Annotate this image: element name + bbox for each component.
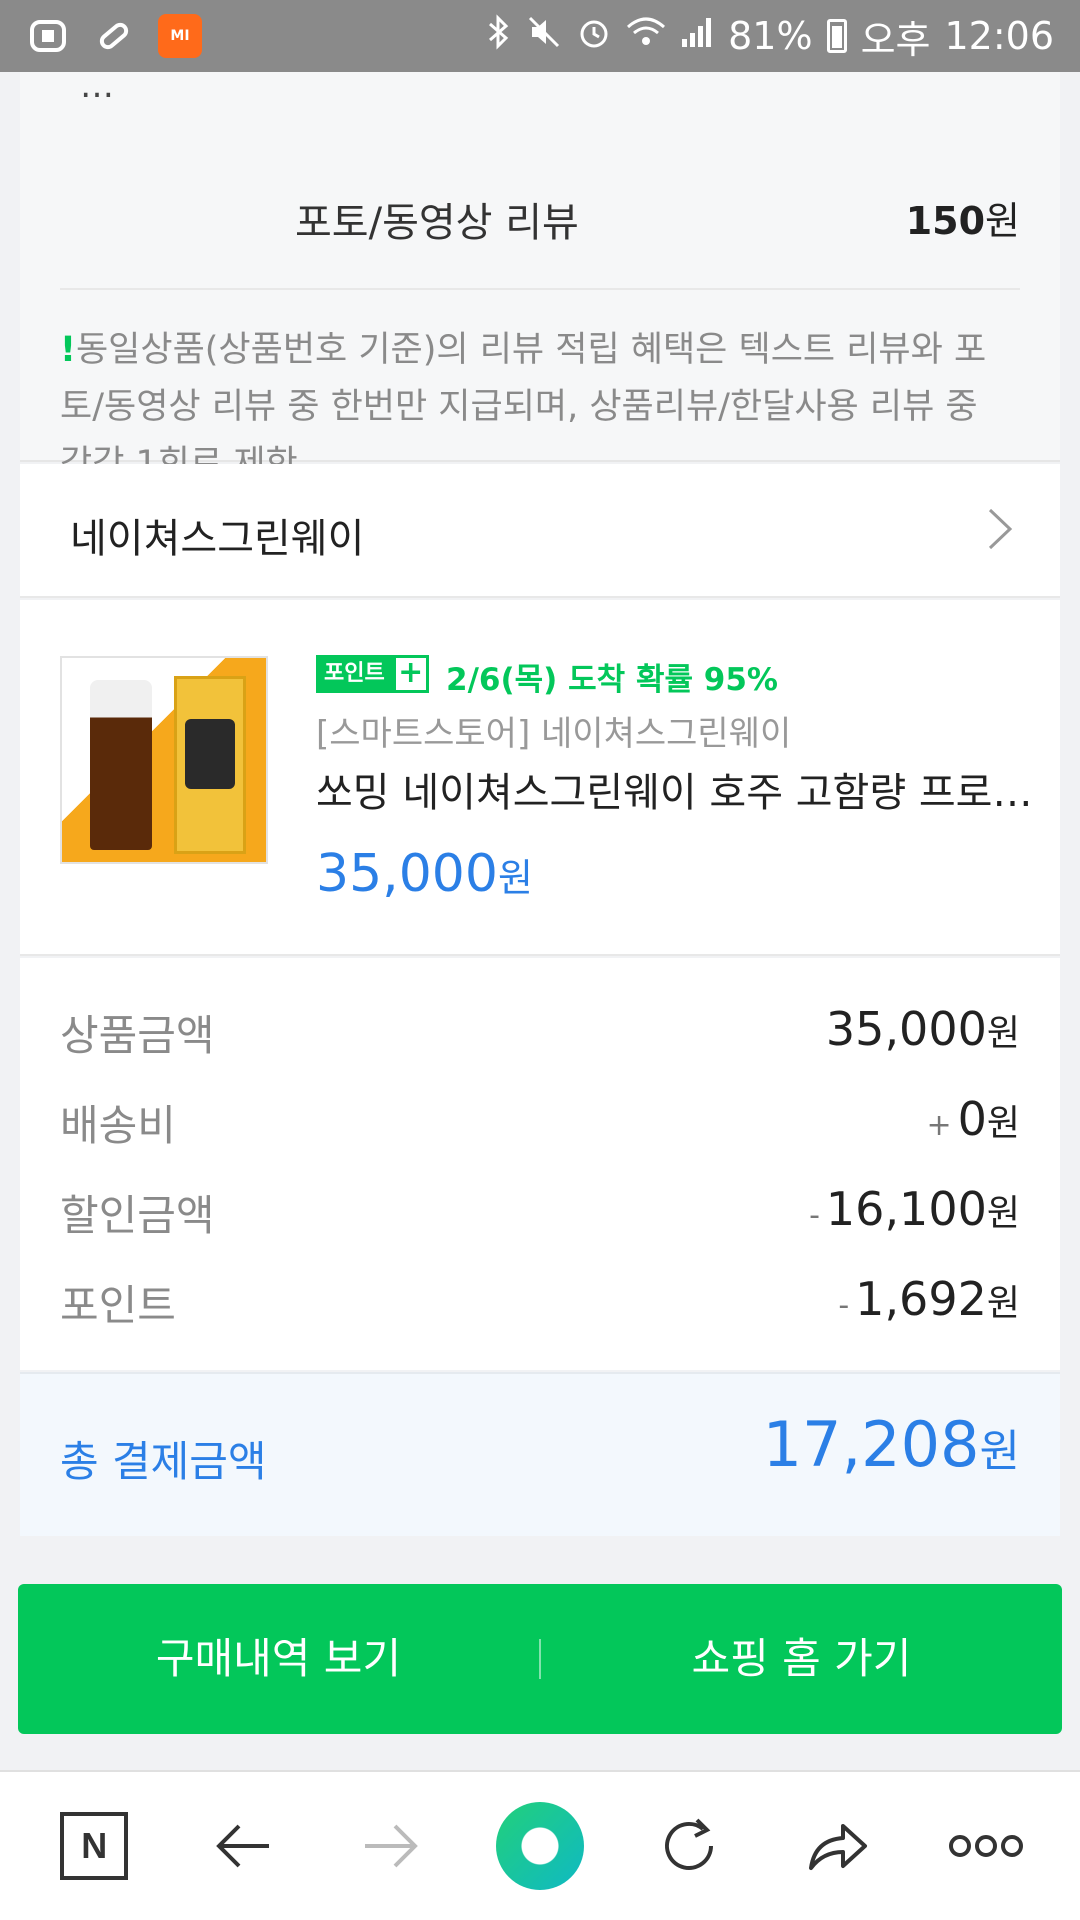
photo-video-review-amount: 150원 — [905, 199, 1020, 243]
view-purchase-history-button[interactable]: 구매내역 보기 — [18, 1584, 539, 1734]
arrow-right-icon — [365, 1824, 419, 1868]
pill-icon — [92, 14, 136, 58]
battery-icon — [826, 19, 847, 53]
more-button[interactable] — [941, 1801, 1031, 1891]
mute-icon — [526, 14, 562, 58]
green-dot-icon — [495, 1802, 584, 1890]
cut-off-row: … — [80, 66, 114, 106]
bluetooth-icon — [484, 14, 512, 58]
bottle-image — [90, 680, 152, 850]
plus-icon: + — [392, 655, 429, 693]
naver-logo-icon: N — [60, 1812, 129, 1880]
green-dot-button[interactable] — [495, 1801, 585, 1891]
review-notice-text: 동일상품(상품번호 기준)의 리뷰 적립 혜택은 텍스트 리뷰와 포토/동영상 … — [60, 330, 987, 484]
product-thumbnail[interactable] — [60, 656, 268, 864]
store-name: [스마트스토어] 네이쳐스그린웨이 — [316, 714, 792, 754]
seller-row[interactable]: 네이쳐스그린웨이 — [20, 464, 1060, 598]
summary-row-shipping: 배송비 +0원 — [60, 1092, 1020, 1150]
exclamation-icon: ! — [60, 330, 76, 370]
clock: 12:06 — [944, 14, 1054, 58]
total-payment-row: 총 결제금액 17,208원 — [20, 1372, 1060, 1536]
divider — [60, 288, 1020, 290]
wifi-icon — [626, 15, 666, 57]
mi-app-icon: MI — [158, 14, 202, 58]
seller-name: 네이쳐스그린웨이 — [70, 516, 365, 562]
back-button[interactable] — [198, 1801, 288, 1891]
more-dots-icon — [948, 1835, 1023, 1857]
payment-summary: 상품금액 35,000원 배송비 +0원 할인금액 -16,100원 포인트 -… — [20, 958, 1060, 1370]
arrow-left-icon — [216, 1824, 269, 1868]
summary-row-product-amount: 상품금액 35,000원 — [60, 1002, 1020, 1060]
forward-button[interactable] — [346, 1801, 436, 1891]
total-payment-label: 총 결제금액 — [60, 1437, 267, 1486]
alarm-icon — [576, 14, 612, 58]
ampm-label: 오후 — [860, 17, 931, 62]
refresh-button[interactable] — [644, 1801, 734, 1891]
app-notification-icon — [26, 14, 70, 58]
summary-row-discount: 할인금액 -16,100원 — [60, 1182, 1020, 1240]
action-bar: 구매내역 보기 쇼핑 홈 가기 — [18, 1584, 1062, 1734]
photo-video-review-row: 포토/동영상 리뷰 150원 — [20, 190, 1060, 250]
go-shopping-home-button[interactable]: 쇼핑 홈 가기 — [541, 1584, 1062, 1734]
review-reward-section: … 포토/동영상 리뷰 150원 !동일상품(상품번호 기준)의 리뷰 적립 혜… — [20, 66, 1060, 484]
naver-home-button[interactable]: N — [49, 1801, 139, 1891]
product-name[interactable]: 쏘밍 네이쳐스그린웨이 호주 고함량 프로폴리스 스프레이 — [316, 760, 1046, 818]
browser-nav-bar: N — [0, 1770, 1080, 1920]
share-arrow-icon — [809, 1824, 868, 1870]
refresh-icon — [664, 1818, 713, 1870]
total-payment-value: 17,208원 — [762, 1408, 1020, 1481]
share-button[interactable] — [792, 1801, 882, 1891]
product-item[interactable]: 포인트 + 2/6(목) 도착 확률 95% [스마트스토어] 네이쳐스그린웨이… — [20, 600, 1060, 956]
summary-row-points: 포인트 -1,692원 — [60, 1272, 1020, 1330]
battery-percent: 81% — [728, 14, 813, 58]
box-image — [174, 676, 246, 854]
status-bar: MI 81% 오후 12:06 — [0, 0, 1080, 72]
chevron-right-icon — [988, 508, 1013, 550]
delivery-estimate: 2/6(목) 도착 확률 95% — [446, 662, 778, 698]
photo-video-review-label: 포토/동영상 리뷰 — [295, 200, 579, 246]
signal-icon — [680, 15, 714, 57]
point-plus-badge: 포인트 + — [316, 655, 429, 693]
product-price: 35,000원 — [316, 844, 533, 904]
